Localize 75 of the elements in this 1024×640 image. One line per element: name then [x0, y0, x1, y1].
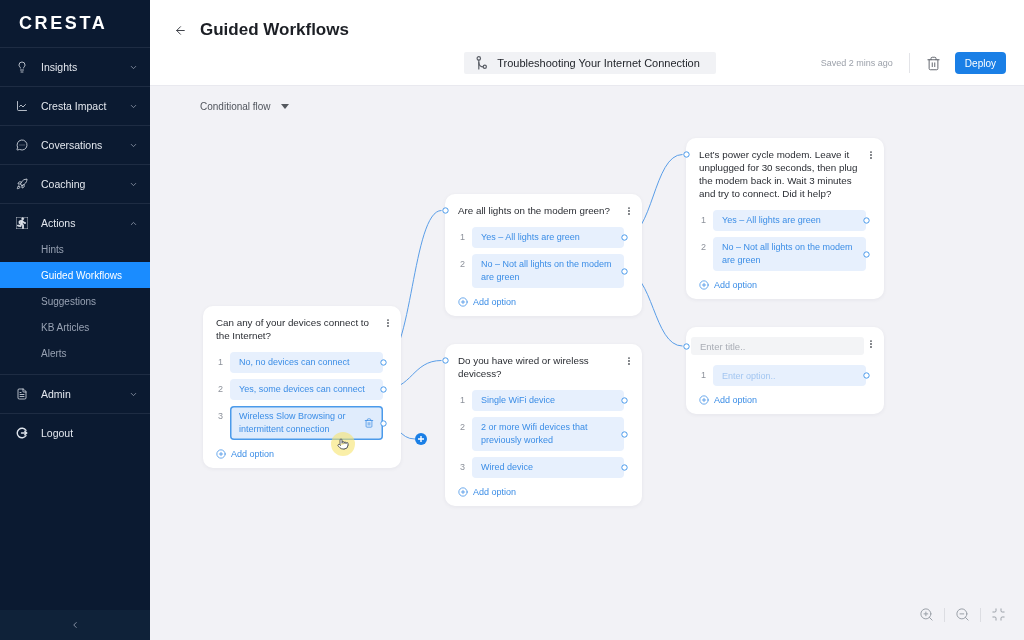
sidebar-subitem[interactable]: KB Articles: [0, 314, 150, 340]
connector-handle-icon[interactable]: [620, 267, 628, 275]
node-title: Are all lights on the modem green?: [458, 204, 611, 217]
connector-handle-icon[interactable]: [620, 430, 628, 438]
plus-circle-icon: [458, 297, 468, 307]
title-input[interactable]: Enter title..: [691, 337, 864, 355]
add-option-button[interactable]: Add option: [216, 448, 275, 460]
plus-circle-icon: [699, 395, 709, 405]
save-status-text: Saved 2 mins ago: [820, 58, 893, 68]
minimize-icon[interactable]: [991, 607, 1006, 622]
option-number: 1: [459, 231, 466, 244]
sidebar-menu-item[interactable]: Coversations: [0, 126, 150, 164]
view-dropdown[interactable]: Conditional flow: [200, 100, 289, 112]
option-number: 3: [459, 461, 466, 474]
connector-handle-icon[interactable]: [682, 151, 690, 158]
plus-circle-icon: [216, 449, 226, 459]
document-icon: [16, 388, 28, 400]
trash-icon[interactable]: [364, 418, 374, 428]
sidebar-menu-item[interactable]: Cresta Impact: [0, 87, 150, 125]
plus-circle-icon: [699, 280, 709, 290]
option-input[interactable]: Enter option..: [713, 365, 866, 386]
logout-menu-item[interactable]: Logout: [0, 414, 150, 452]
caret-down-icon: [280, 103, 289, 109]
connector-handle-icon[interactable]: [682, 342, 690, 350]
back-arrow-icon[interactable]: [174, 23, 187, 37]
sidebar-subitem[interactable]: Guided Workflows: [0, 262, 150, 288]
plus-circle-icon: [458, 487, 468, 497]
pointer-cursor-icon: [331, 432, 355, 456]
option-number: 2: [459, 258, 466, 271]
logout-icon: [16, 427, 28, 439]
zoom-in-icon[interactable]: [919, 607, 934, 622]
sidebar-subitem[interactable]: Suggestions: [0, 288, 150, 314]
add-option-button[interactable]: Add option: [699, 394, 758, 406]
trash-icon[interactable]: [925, 55, 941, 71]
connector-handle-icon[interactable]: [862, 250, 870, 258]
lightbulb-icon: [16, 61, 28, 73]
add-option-button[interactable]: Add option: [458, 486, 517, 498]
connector-handle-icon[interactable]: [379, 359, 387, 366]
sidebar-menu-item[interactable]: Coaching: [0, 165, 150, 203]
option-number: 1: [700, 214, 707, 227]
node-title: Let’s power cycle modem. Leave it unplugged for 30 seconds, then plug the modem back in. Wait 3 minutes and try to connect. Did it help?: [699, 148, 859, 200]
connector-handle-icon[interactable]: [441, 357, 449, 364]
add-option-button[interactable]: Add option: [699, 279, 758, 291]
connector-handle-icon[interactable]: [862, 372, 870, 379]
chevron-left-icon: [70, 620, 80, 630]
option-number: 2: [217, 383, 224, 396]
workflow-title-field[interactable]: Troubleshooting Your Internet Connection: [464, 52, 716, 74]
sidebar-menu-item[interactable]: Insights: [0, 48, 150, 86]
rocket-icon: [16, 178, 28, 190]
zoom-out-icon[interactable]: [955, 607, 970, 622]
option-number: 1: [459, 394, 466, 407]
line-chart-icon: [16, 100, 28, 112]
node-title: Do you have wired or wireless devicess?: [458, 354, 590, 380]
option-number: 2: [700, 241, 707, 254]
deploy-button[interactable]: Deploy: [954, 52, 1006, 74]
node-title: Can any of your devices connect to the Internet?: [216, 316, 371, 342]
add-option-button[interactable]: Add option: [458, 296, 517, 308]
connector-handle-icon[interactable]: [620, 397, 628, 404]
option-number: 3: [217, 410, 224, 423]
sidebar-subitem[interactable]: Alerts: [0, 340, 150, 366]
running-person-icon: [16, 217, 28, 229]
page-title: Guided Workflows: [200, 20, 349, 40]
connector-handle-icon[interactable]: [379, 419, 387, 427]
option-number: 2: [459, 421, 466, 434]
branch-icon: [476, 56, 488, 70]
connector-handle-icon[interactable]: [379, 386, 387, 393]
connector-handle-icon[interactable]: [620, 464, 628, 471]
plus-disc-icon[interactable]: [415, 433, 427, 445]
connector-handle-icon[interactable]: [620, 234, 628, 241]
option-number: 1: [700, 369, 707, 382]
connector-handle-icon[interactable]: [862, 217, 870, 224]
connector-handle-icon[interactable]: [441, 207, 449, 214]
sidebar-menu-item[interactable]: Admin: [0, 375, 150, 413]
chat-bubble-icon: [16, 139, 28, 151]
option-number: 1: [217, 356, 224, 369]
